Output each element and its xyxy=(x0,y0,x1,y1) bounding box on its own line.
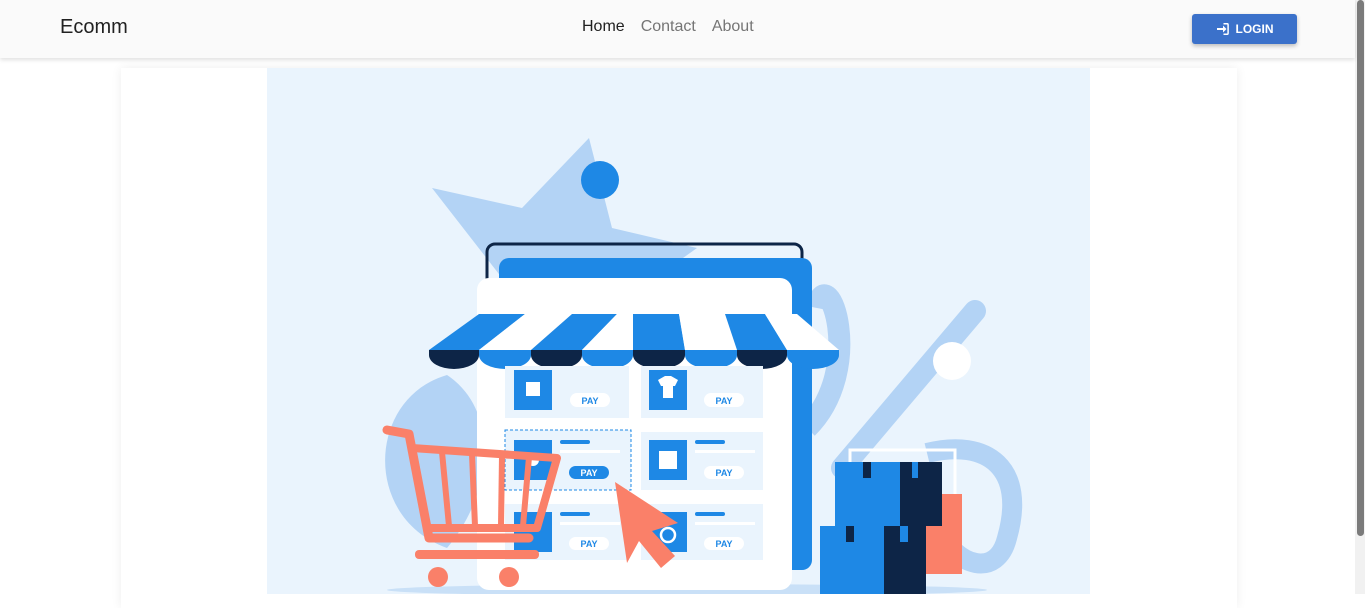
pay-label: PAY xyxy=(715,468,732,478)
decor-circle xyxy=(933,342,971,380)
nav-link-home[interactable]: Home xyxy=(582,18,625,36)
sign-in-icon xyxy=(1216,23,1229,35)
pay-label: PAY xyxy=(715,539,732,549)
hero-image: PAY PAY PAY PAY PAY PAY xyxy=(267,68,1090,594)
navbar: Ecomm Home Contact About LOGIN xyxy=(0,0,1355,58)
online-store-illustration: PAY PAY PAY PAY PAY PAY xyxy=(382,138,1023,594)
pay-label: PAY xyxy=(580,539,597,549)
nav-links: Home Contact About xyxy=(582,18,754,36)
nav-link-contact[interactable]: Contact xyxy=(641,18,696,36)
brand-logo[interactable]: Ecomm xyxy=(60,16,128,39)
pay-label: PAY xyxy=(580,468,597,478)
nav-link-about[interactable]: About xyxy=(712,18,754,36)
pay-label: PAY xyxy=(715,396,732,406)
product-card: PAY xyxy=(641,366,763,418)
decor-dot xyxy=(581,161,619,199)
product-card-selected: PAY xyxy=(504,429,632,491)
scrollbar-thumb[interactable] xyxy=(1357,0,1364,536)
login-button[interactable]: LOGIN xyxy=(1192,14,1297,44)
boxes-icon xyxy=(820,448,962,594)
product-card: PAY xyxy=(505,366,629,418)
product-card: PAY xyxy=(641,432,763,490)
pay-label: PAY xyxy=(581,396,598,406)
login-label: LOGIN xyxy=(1235,22,1274,36)
vertical-scrollbar[interactable] xyxy=(1355,0,1365,594)
hero-card: PAY PAY PAY PAY PAY PAY xyxy=(121,68,1237,608)
